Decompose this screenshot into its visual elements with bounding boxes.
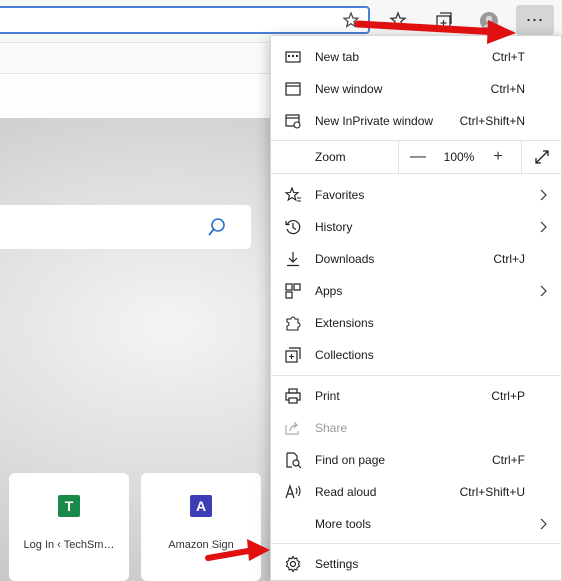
red-arrow-to-more-button bbox=[354, 20, 516, 44]
red-arrow-to-settings bbox=[205, 539, 270, 561]
annotation-arrows bbox=[205, 20, 516, 561]
